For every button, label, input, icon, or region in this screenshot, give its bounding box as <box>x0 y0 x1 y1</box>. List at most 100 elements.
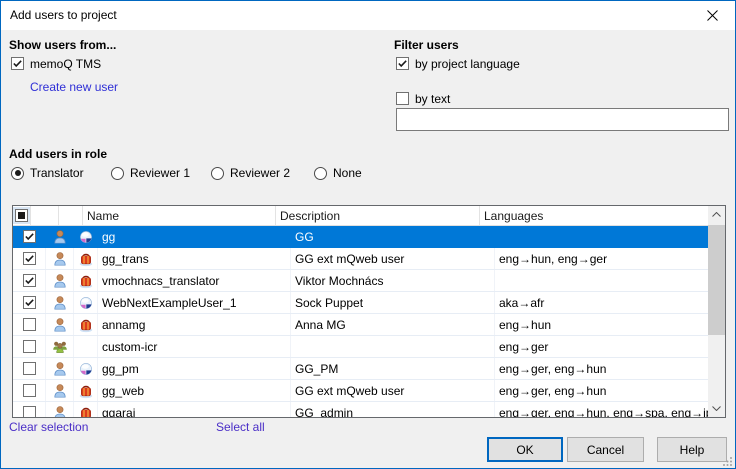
create-new-user-link[interactable]: Create new user <box>30 80 118 94</box>
table-row[interactable]: WebNextExampleUser_1 Sock Puppet aka→afr <box>13 292 708 314</box>
user-type-icon <box>78 273 94 289</box>
table-row[interactable]: vmochnacs_translator Viktor Mochnács <box>13 270 708 292</box>
description-column-header[interactable]: Description <box>276 206 480 225</box>
row-checkbox[interactable] <box>23 384 36 397</box>
role-options: Translator Reviewer 1 Reviewer 2 None <box>1 165 735 181</box>
role-option-translator[interactable]: Translator <box>11 165 84 181</box>
table-row[interactable]: gg_web GG ext mQweb user eng→ger, eng→hu… <box>13 380 708 402</box>
select-all-header-cell[interactable] <box>13 206 31 225</box>
user-description: Anna MG <box>291 314 495 335</box>
vertical-scrollbar[interactable] <box>708 206 725 417</box>
select-all-link[interactable]: Select all <box>216 420 265 434</box>
user-icon <box>52 317 68 333</box>
row-checkbox[interactable] <box>23 406 36 417</box>
user-type-icon <box>78 251 94 267</box>
dialog-title: Add users to project <box>10 1 117 30</box>
memoq-tms-row: memoQ TMS <box>11 56 101 71</box>
name-column-header[interactable]: Name <box>83 206 276 225</box>
user-name: gg_pm <box>98 358 291 379</box>
user-name: gg <box>98 226 291 247</box>
row-checkbox[interactable] <box>23 340 36 353</box>
show-users-from-heading: Show users from... <box>9 38 116 52</box>
user-languages <box>495 226 708 247</box>
table-header: Name Description Languages <box>13 206 708 226</box>
by-text-row: by text <box>396 91 450 106</box>
user-name: vmochnacs_translator <box>98 270 291 291</box>
close-icon <box>707 10 718 21</box>
row-checkbox[interactable] <box>23 230 36 243</box>
table-row[interactable]: gg_trans GG ext mQweb user eng→hun, eng→… <box>13 248 708 270</box>
role-label-3: None <box>333 166 362 180</box>
user-languages: eng→ger, eng→hun <box>495 358 708 379</box>
user-name: annamg <box>98 314 291 335</box>
role-radio-0[interactable] <box>11 167 24 180</box>
clear-selection-link[interactable]: Clear selection <box>9 420 88 434</box>
role-option-reviewer2[interactable]: Reviewer 2 <box>211 165 290 181</box>
title-bar: Add users to project <box>1 1 735 30</box>
user-icon <box>52 361 68 377</box>
role-radio-3[interactable] <box>314 167 327 180</box>
user-description: GG <box>291 226 495 247</box>
user-description: Viktor Mochnács <box>291 270 495 291</box>
table-row[interactable]: annamg Anna MG eng→hun <box>13 314 708 336</box>
resize-grip[interactable] <box>723 456 733 466</box>
user-languages <box>495 270 708 291</box>
scroll-down-button[interactable] <box>708 400 725 417</box>
scrollbar-thumb[interactable] <box>708 225 725 335</box>
close-button[interactable] <box>690 1 735 30</box>
by-project-language-checkbox[interactable] <box>396 57 409 70</box>
user-icon <box>52 295 68 311</box>
user-languages: eng→ger, eng→hun, eng→spa, eng→jpn <box>495 402 708 417</box>
role-radio-2[interactable] <box>211 167 224 180</box>
scroll-up-button[interactable] <box>708 206 725 223</box>
add-users-in-role-heading: Add users in role <box>9 147 107 161</box>
role-option-reviewer1[interactable]: Reviewer 1 <box>111 165 190 181</box>
user-description: GG ext mQweb user <box>291 248 495 269</box>
user-type-icon <box>78 229 94 245</box>
add-users-dialog: Add users to project Show users from... … <box>0 0 736 469</box>
user-description <box>291 336 495 357</box>
user-type-icon <box>78 361 94 377</box>
memoq-tms-label: memoQ TMS <box>30 57 101 71</box>
user-languages: aka→afr <box>495 292 708 313</box>
user-name: gg_web <box>98 380 291 401</box>
users-table: Name Description Languages gg GG gg_tran… <box>12 205 726 418</box>
by-text-checkbox[interactable] <box>396 92 409 105</box>
user-description: GG_PM <box>291 358 495 379</box>
user-languages: eng→hun <box>495 314 708 335</box>
user-description: GG ext mQweb user <box>291 380 495 401</box>
user-description: Sock Puppet <box>291 292 495 313</box>
languages-column-header[interactable]: Languages <box>480 206 708 225</box>
table-row[interactable]: gg GG <box>13 226 708 248</box>
role-radio-1[interactable] <box>111 167 124 180</box>
role-label-1: Reviewer 1 <box>130 166 190 180</box>
table-row[interactable]: gg_pm GG_PM eng→ger, eng→hun <box>13 358 708 380</box>
by-project-language-label: by project language <box>415 57 520 71</box>
row-checkbox[interactable] <box>23 252 36 265</box>
role-option-none[interactable]: None <box>314 165 362 181</box>
user-languages: eng→ger <box>495 336 708 357</box>
by-project-language-row: by project language <box>396 56 520 71</box>
role-label-0: Translator <box>30 166 84 180</box>
user-type-icon <box>78 339 94 355</box>
help-button[interactable]: Help <box>657 437 727 462</box>
row-checkbox[interactable] <box>23 296 36 309</box>
chevron-down-icon <box>712 406 721 411</box>
user-icon <box>52 383 68 399</box>
user-type-column-header[interactable] <box>59 206 83 225</box>
table-row[interactable]: custom-icr eng→ger <box>13 336 708 358</box>
user-icon-column-header[interactable] <box>31 206 59 225</box>
row-checkbox[interactable] <box>23 362 36 375</box>
cancel-button[interactable]: Cancel <box>567 437 644 462</box>
table-row[interactable]: ggarai GG_admin eng→ger, eng→hun, eng→sp… <box>13 402 708 417</box>
row-checkbox[interactable] <box>23 274 36 287</box>
filter-text-input[interactable] <box>396 108 729 131</box>
user-icon <box>52 251 68 267</box>
row-checkbox[interactable] <box>23 318 36 331</box>
user-name: gg_trans <box>98 248 291 269</box>
ok-button[interactable]: OK <box>487 437 563 462</box>
user-type-icon <box>78 317 94 333</box>
user-name: custom-icr <box>98 336 291 357</box>
select-all-checkbox[interactable] <box>15 209 28 222</box>
memoq-tms-checkbox[interactable] <box>11 57 24 70</box>
